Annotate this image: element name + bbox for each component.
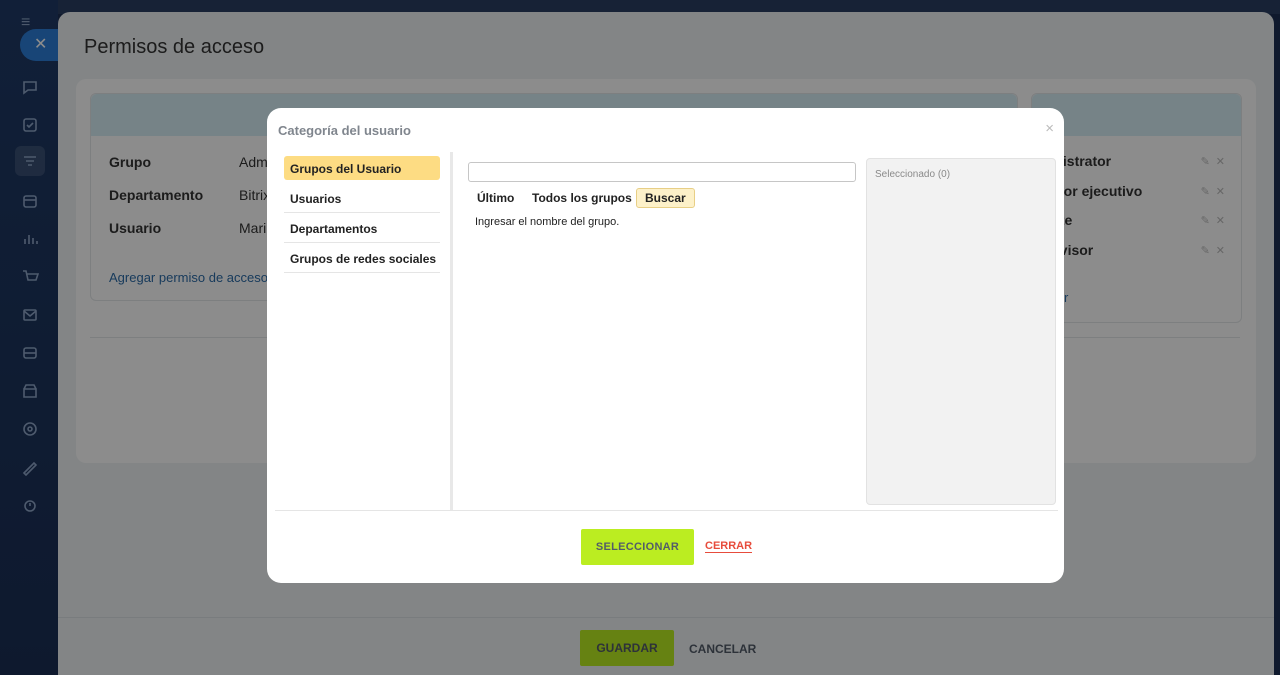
dialog-title: Categoría del usuario [278, 123, 411, 138]
subtab-all-groups[interactable]: Todos los grupos [532, 191, 632, 205]
selected-count: Seleccionado (0) [875, 169, 951, 180]
subtab-last[interactable]: Último [477, 191, 514, 205]
tab-users[interactable]: Usuarios [284, 183, 440, 213]
select-button[interactable]: SELECCIONAR [581, 529, 694, 565]
search-input[interactable] [468, 162, 856, 182]
search-hint: Ingresar el nombre del grupo. [475, 216, 620, 228]
close-button[interactable]: CERRAR [705, 540, 753, 553]
tab-departments[interactable]: Departamentos [284, 213, 440, 243]
category-tabs: Grupos del Usuario Usuarios Departamento… [275, 152, 453, 510]
user-category-dialog: Categoría del usuario × Grupos del Usuar… [267, 108, 1064, 583]
dialog-divider [275, 510, 1058, 511]
tab-user-groups[interactable]: Grupos del Usuario [284, 156, 440, 180]
tab-social-groups[interactable]: Grupos de redes sociales [284, 243, 440, 273]
selected-panel: Seleccionado (0) [866, 158, 1056, 505]
subtab-search[interactable]: Buscar [636, 188, 695, 208]
close-icon[interactable]: × [1045, 120, 1054, 137]
